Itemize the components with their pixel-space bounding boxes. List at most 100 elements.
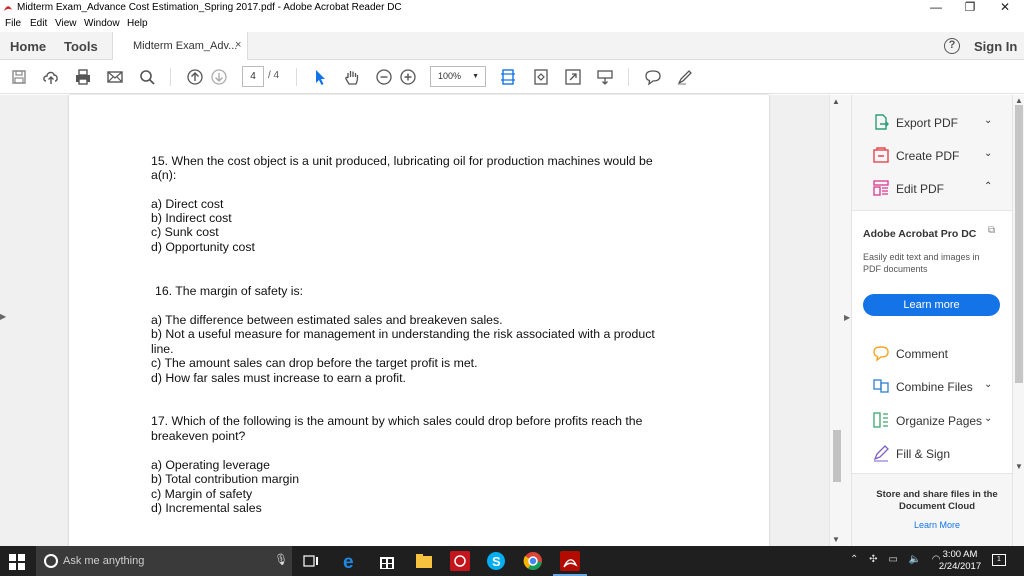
zoom-select[interactable]: 100% ▼	[430, 66, 486, 87]
menu-file[interactable]: File	[5, 18, 21, 29]
edge-browser-icon[interactable]: e	[340, 551, 360, 573]
help-icon[interactable]: ?	[944, 38, 960, 54]
clock-time: 3:00 AM	[942, 549, 978, 560]
file-explorer-icon[interactable]	[414, 551, 434, 571]
tab-home[interactable]: Home	[10, 39, 46, 54]
scrollbar-thumb[interactable]	[1015, 105, 1023, 383]
answer-option: b) Not a useful measure for management i…	[151, 327, 655, 341]
upload-cloud-icon[interactable]	[41, 67, 61, 87]
chrome-icon[interactable]	[523, 551, 543, 571]
print-icon[interactable]	[73, 67, 93, 87]
tab-document-label: Midterm Exam_Adv...	[133, 40, 238, 52]
rotate-view-icon[interactable]	[531, 67, 551, 87]
system-tray-icons[interactable]: ⌃ ✣ ▭ 🔈 ◠	[850, 554, 945, 565]
tool-fill-sign-label: Fill & Sign	[896, 447, 951, 461]
select-cursor-icon[interactable]	[310, 67, 330, 87]
microphone-icon[interactable]: 🎙	[274, 553, 288, 566]
collapse-pane-icon[interactable]: ▶	[844, 313, 850, 322]
toolbar	[0, 60, 1024, 94]
window-title: Midterm Exam_Advance Cost Estimation_Spr…	[17, 2, 402, 13]
highlight-pen-icon[interactable]	[675, 67, 695, 87]
tool-fill-sign[interactable]: Fill & Sign	[872, 444, 1002, 464]
answer-option: d) How far sales must increase to earn a…	[151, 371, 406, 385]
tool-edit-pdf-label: Edit PDF	[896, 182, 945, 196]
pin-icon[interactable]: ⧉	[988, 225, 995, 236]
document-scrollbar[interactable]: ▲ ▼	[829, 95, 843, 546]
store-icon[interactable]	[377, 551, 397, 571]
tool-export-pdf[interactable]: Export PDF ⌄	[872, 113, 1002, 133]
menu-help[interactable]: Help	[127, 18, 148, 29]
answer-option: a) Operating leverage	[151, 458, 270, 472]
tool-combine-files-label: Combine Files	[896, 380, 973, 394]
menu-edit[interactable]: Edit	[30, 18, 47, 29]
sign-in-link[interactable]: Sign In	[974, 39, 1017, 54]
chevron-down-icon[interactable]: ⌄	[984, 379, 992, 390]
answer-option: a) The difference between estimated sale…	[151, 313, 503, 327]
tool-comment[interactable]: Comment	[872, 344, 1002, 364]
fill-sign-icon	[873, 445, 889, 462]
menu-bar: File Edit View Window Help	[0, 17, 1024, 32]
edit-pdf-icon	[873, 180, 889, 196]
cloud-learn-more-link[interactable]: Learn More	[862, 520, 1012, 530]
chevron-down-icon[interactable]: ⌄	[984, 148, 992, 159]
scrollbar-thumb[interactable]	[833, 430, 841, 482]
full-screen-icon[interactable]	[563, 67, 583, 87]
scroll-up-icon[interactable]: ▲	[832, 97, 840, 106]
scroll-down-icon[interactable]: ▼	[832, 535, 840, 544]
chevron-down-icon[interactable]: ⌄	[984, 115, 992, 126]
taskbar-clock[interactable]: 3:00 AM 2/24/2017	[935, 549, 985, 573]
tool-combine-files[interactable]: Combine Files ⌄	[872, 377, 1002, 397]
taskbar-search-placeholder: Ask me anything	[63, 555, 145, 567]
skype-icon[interactable]: S	[486, 551, 506, 571]
tab-document[interactable]: Midterm Exam_Adv... ×	[112, 32, 248, 61]
tool-create-pdf[interactable]: Create PDF ⌄	[872, 146, 1002, 166]
comment-icon[interactable]	[643, 67, 663, 87]
toolbar-separator	[296, 68, 297, 86]
learn-more-button[interactable]: Learn more	[863, 294, 1000, 316]
zoom-in-icon[interactable]	[398, 67, 418, 87]
tool-organize-pages[interactable]: Organize Pages ⌄	[872, 411, 1002, 431]
windows-start-icon[interactable]	[9, 554, 25, 570]
close-window-button[interactable]: ✕	[989, 0, 1021, 17]
hand-tool-icon[interactable]	[342, 67, 362, 87]
minimize-button[interactable]: —	[920, 0, 952, 17]
right-pane-toggle[interactable]: ▶	[843, 95, 852, 546]
app-red-icon[interactable]	[450, 551, 470, 571]
acrobat-logo-icon	[3, 2, 13, 13]
svg-text:S: S	[492, 554, 501, 569]
tool-edit-pdf[interactable]: Edit PDF ⌃	[872, 179, 1002, 199]
tab-close-icon[interactable]: ×	[235, 39, 241, 51]
page-number-input[interactable]: 4	[242, 66, 264, 87]
left-pane-toggle-icon[interactable]: ▶	[0, 312, 6, 321]
organize-pages-icon	[873, 412, 888, 428]
menu-view[interactable]: View	[55, 18, 77, 29]
scroll-mode-icon[interactable]	[595, 67, 615, 87]
document-cloud-panel: Store and share files in the Document Cl…	[852, 475, 1024, 546]
save-icon[interactable]	[9, 67, 29, 87]
maximize-button[interactable]: ❐	[954, 0, 986, 17]
task-view-icon[interactable]	[303, 554, 319, 568]
next-page-icon[interactable]	[209, 67, 229, 87]
scroll-down-icon[interactable]: ▼	[1015, 462, 1023, 471]
svg-text:e: e	[343, 552, 354, 571]
question-16-text: 16. The margin of safety is:	[155, 284, 304, 298]
search-icon[interactable]	[137, 67, 157, 87]
create-pdf-icon	[873, 147, 889, 163]
zoom-out-icon[interactable]	[374, 67, 394, 87]
acrobat-taskbar-icon[interactable]	[560, 551, 580, 571]
tab-tools[interactable]: Tools	[64, 39, 98, 54]
toolbar-separator	[628, 68, 629, 86]
tool-export-pdf-label: Export PDF	[896, 116, 959, 130]
tools-pane-scrollbar[interactable]: ▲ ▼	[1012, 95, 1024, 546]
chevron-down-icon[interactable]: ⌄	[984, 413, 992, 424]
email-icon[interactable]	[105, 67, 125, 87]
menu-window[interactable]: Window	[84, 18, 120, 29]
pdf-page[interactable]: 15. When the cost object is a unit produ…	[69, 95, 769, 546]
previous-page-icon[interactable]	[185, 67, 205, 87]
scroll-up-icon[interactable]: ▲	[1015, 96, 1023, 105]
tool-comment-label: Comment	[896, 347, 949, 361]
notification-center-icon[interactable]: 1	[992, 554, 1006, 566]
taskbar-search-box[interactable]: Ask me anything 🎙	[36, 546, 292, 576]
fit-page-icon[interactable]	[498, 67, 518, 87]
chevron-up-icon[interactable]: ⌃	[984, 181, 992, 192]
